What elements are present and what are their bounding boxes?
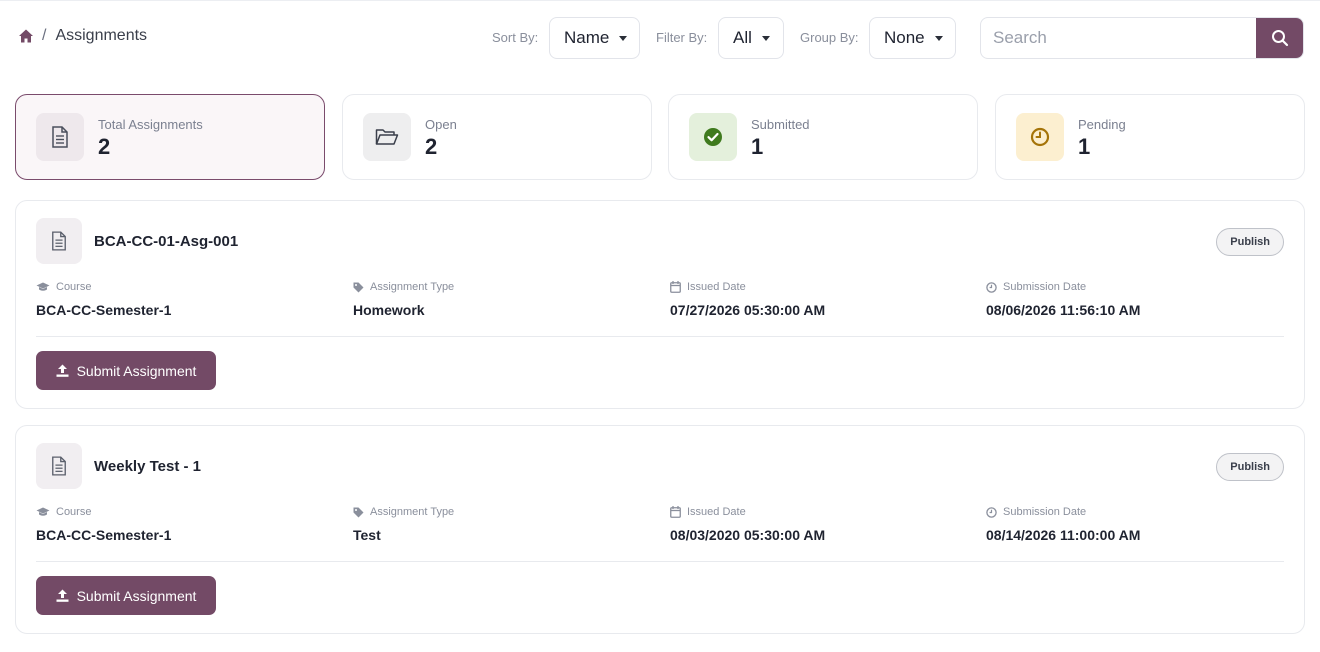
issued-date-value: 08/03/2020 05:30:00 AM xyxy=(670,527,826,543)
upload-icon xyxy=(56,364,69,377)
calendar-icon xyxy=(670,506,681,518)
course-value: BCA-CC-Semester-1 xyxy=(36,527,172,543)
search-icon xyxy=(1271,30,1288,47)
stat-card-open[interactable]: Open 2 xyxy=(342,94,652,180)
document-icon xyxy=(36,443,82,489)
chevron-down-icon xyxy=(619,35,628,41)
course-label: Course xyxy=(56,506,92,518)
issued-date-label: Issued Date xyxy=(687,506,746,518)
assignment-title: Weekly Test - 1 xyxy=(94,458,201,475)
course-value: BCA-CC-Semester-1 xyxy=(36,302,172,318)
tag-icon xyxy=(353,507,364,517)
divider xyxy=(36,336,1284,337)
divider xyxy=(36,561,1284,562)
page-header: / Assignments Sort By: Name Filter By: A… xyxy=(0,16,1320,60)
assignment-card: BCA-CC-01-Asg-001 Publish Course BCA-CC-… xyxy=(15,200,1305,409)
search-input[interactable] xyxy=(981,18,1257,58)
stat-card-submitted[interactable]: Submitted 1 xyxy=(668,94,978,180)
filter-by-label: Filter By: xyxy=(656,30,708,45)
status-badge: Publish xyxy=(1216,228,1284,256)
stat-value: 1 xyxy=(1078,134,1091,159)
issued-date-label: Issued Date xyxy=(687,281,746,293)
stat-card-pending[interactable]: Pending 1 xyxy=(995,94,1305,180)
submission-date-field: Submission Date 08/06/2026 11:56:10 AM xyxy=(986,280,1140,318)
submit-assignment-label: Submit Assignment xyxy=(76,362,197,379)
stat-label: Submitted xyxy=(751,117,810,132)
course-field: Course BCA-CC-Semester-1 xyxy=(36,280,171,318)
issued-date-value: 07/27/2026 05:30:00 AM xyxy=(670,302,826,318)
filter-by-dropdown[interactable]: All xyxy=(718,17,784,59)
home-icon[interactable] xyxy=(18,28,34,44)
assignment-title: BCA-CC-01-Asg-001 xyxy=(94,233,239,250)
submission-date-value: 08/14/2026 11:00:00 AM xyxy=(986,527,1141,543)
course-field: Course BCA-CC-Semester-1 xyxy=(36,505,171,543)
issued-date-field: Issued Date 08/03/2020 05:30:00 AM xyxy=(670,505,825,543)
group-by-value: None xyxy=(884,28,925,47)
breadcrumb: / Assignments xyxy=(18,27,147,45)
clock-icon xyxy=(986,281,997,293)
breadcrumb-current: Assignments xyxy=(55,27,148,44)
clock-icon xyxy=(986,506,997,518)
document-icon xyxy=(36,218,82,264)
search-box xyxy=(980,17,1304,59)
stat-card-total[interactable]: Total Assignments 2 xyxy=(15,94,325,180)
submission-date-field: Submission Date 08/14/2026 11:00:00 AM xyxy=(986,505,1140,543)
calendar-icon xyxy=(670,281,681,293)
assignment-card: Weekly Test - 1 Publish Course BCA-CC-Se… xyxy=(15,425,1305,634)
assignment-type-label: Assignment Type xyxy=(370,281,455,293)
tag-icon xyxy=(353,282,364,292)
stat-label: Open xyxy=(425,117,457,132)
assignment-type-field: Assignment Type Homework xyxy=(353,280,454,318)
stat-label: Pending xyxy=(1078,117,1126,132)
submission-date-label: Submission Date xyxy=(1003,281,1087,293)
chevron-down-icon xyxy=(761,35,770,41)
status-badge: Publish xyxy=(1216,453,1284,481)
sort-by-value: Name xyxy=(564,28,610,47)
graduation-cap-icon xyxy=(36,282,50,291)
clock-icon xyxy=(1016,113,1064,161)
assignment-type-field: Assignment Type Test xyxy=(353,505,454,543)
search-button[interactable] xyxy=(1256,18,1303,58)
breadcrumb-separator: / xyxy=(42,27,47,44)
group-by-dropdown[interactable]: None xyxy=(869,17,956,59)
submit-assignment-button[interactable]: Submit Assignment xyxy=(36,351,216,390)
assignment-type-value: Test xyxy=(353,527,381,543)
issued-date-field: Issued Date 07/27/2026 05:30:00 AM xyxy=(670,280,825,318)
document-icon xyxy=(36,113,84,161)
submission-date-value: 08/06/2026 11:56:10 AM xyxy=(986,302,1141,318)
chevron-down-icon xyxy=(934,35,943,41)
sort-by-label: Sort By: xyxy=(492,30,539,45)
graduation-cap-icon xyxy=(36,507,50,516)
folder-open-icon xyxy=(363,113,411,161)
upload-icon xyxy=(56,589,69,602)
sort-by-dropdown[interactable]: Name xyxy=(549,17,640,59)
submit-assignment-button[interactable]: Submit Assignment xyxy=(36,576,216,615)
group-by-label: Group By: xyxy=(800,30,859,45)
stat-value: 1 xyxy=(751,134,764,159)
stat-label: Total Assignments xyxy=(98,117,203,132)
top-border xyxy=(0,0,1320,1)
submission-date-label: Submission Date xyxy=(1003,506,1087,518)
assignment-type-label: Assignment Type xyxy=(370,506,455,518)
assignment-type-value: Homework xyxy=(353,302,425,318)
filter-by-value: All xyxy=(733,28,752,47)
check-circle-icon xyxy=(689,113,737,161)
stat-value: 2 xyxy=(98,134,111,159)
course-label: Course xyxy=(56,281,92,293)
stat-value: 2 xyxy=(425,134,438,159)
submit-assignment-label: Submit Assignment xyxy=(76,587,197,604)
